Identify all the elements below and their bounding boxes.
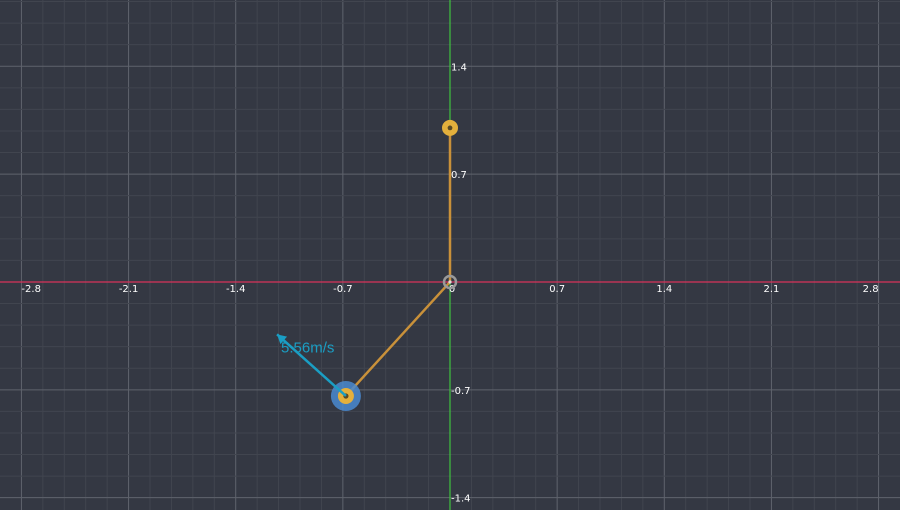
y-tick-label: 1.4 xyxy=(451,62,467,73)
x-tick-label: 1.4 xyxy=(656,284,672,295)
x-tick-label: 2.8 xyxy=(863,284,879,295)
pivot-center-dot xyxy=(448,280,452,284)
x-tick-label: -2.8 xyxy=(21,284,41,295)
y-tick-label: -1.4 xyxy=(451,494,471,505)
x-tick-label: -0.7 xyxy=(333,284,353,295)
velocity-label: 5.56m/s xyxy=(281,339,334,356)
y-tick-label: -0.7 xyxy=(451,386,471,397)
x-tick-label: -2.1 xyxy=(119,284,139,295)
joint-center-dot xyxy=(447,125,453,131)
x-tick-label: 0.7 xyxy=(549,284,565,295)
simulation-canvas[interactable]: -2.8 -2.1 -1.4 -0.7 0 0.7 1.4 2.1 2.8 1.4 0.7 -0.7-… xyxy=(0,0,900,510)
y-tick-label: 0.7 xyxy=(451,170,467,181)
x-tick-label: -1.4 xyxy=(226,284,246,295)
x-tick-label: 2.1 xyxy=(763,284,779,295)
coordinate-plane: -2.8 -2.1 -1.4 -0.7 0 0.7 1.4 2.1 2.81.40.7-0.7-… xyxy=(0,0,900,510)
